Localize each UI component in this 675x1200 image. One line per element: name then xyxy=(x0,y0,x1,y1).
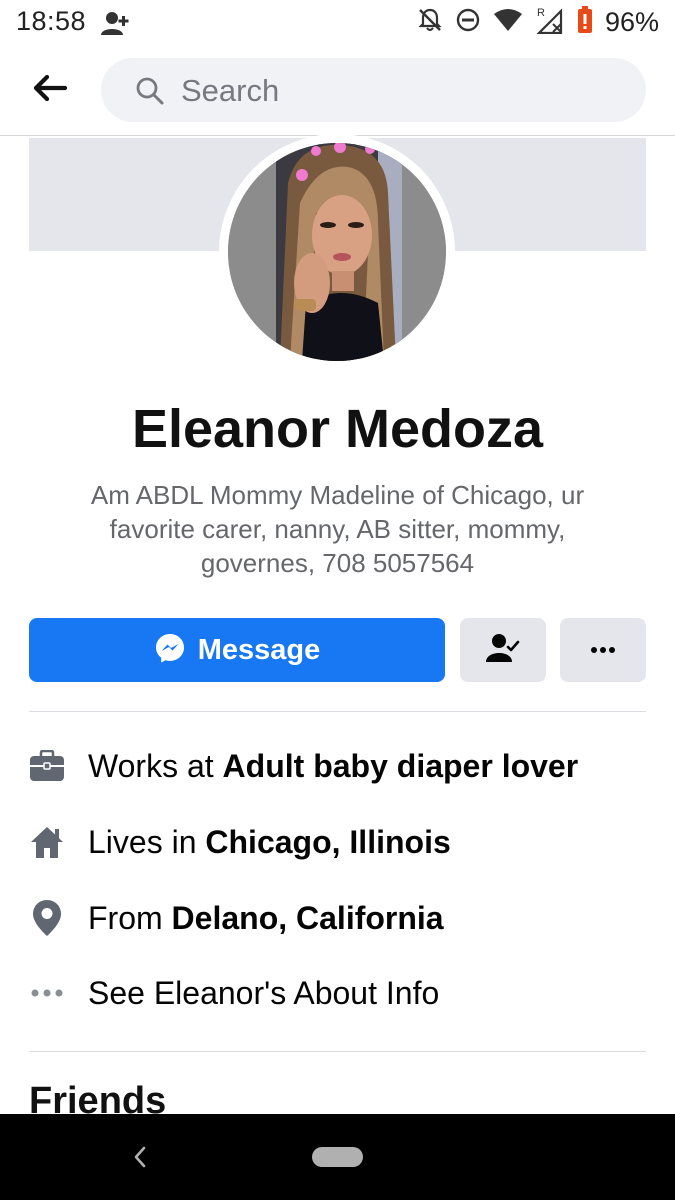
info-from-text: From Delano, California xyxy=(88,900,444,936)
location-pin-icon xyxy=(29,900,65,936)
avatar[interactable] xyxy=(228,143,446,361)
profile-bio: Am ABDL Mommy Madeline of Chicago, ur fa… xyxy=(60,478,615,580)
do-not-disturb-icon xyxy=(455,7,481,38)
battery-icon xyxy=(577,5,593,39)
info-lives-text: Lives in Chicago, Illinois xyxy=(88,824,451,860)
nav-home-pill[interactable] xyxy=(312,1147,363,1167)
info-work-value: Adult baby diaper lover xyxy=(222,748,579,784)
back-button[interactable] xyxy=(24,68,76,112)
briefcase-icon xyxy=(29,748,65,784)
friends-check-icon xyxy=(486,632,520,669)
search-placeholder: Search xyxy=(181,73,280,108)
more-options-button[interactable] xyxy=(560,618,646,682)
wifi-icon xyxy=(493,8,523,37)
search-input[interactable]: Search xyxy=(101,58,646,122)
status-bar: 18:58 R 96% xyxy=(0,0,675,46)
info-row-work[interactable]: Works at Adult baby diaper lover xyxy=(29,742,646,792)
divider xyxy=(29,1051,646,1052)
friends-button[interactable] xyxy=(460,618,546,682)
message-button-label: Message xyxy=(197,633,321,666)
bio-line: governes, 708 5057564 xyxy=(200,548,475,578)
svg-text:R: R xyxy=(537,7,545,19)
back-arrow-icon xyxy=(33,74,68,106)
nav-back-icon[interactable] xyxy=(125,1142,155,1172)
add-person-icon xyxy=(100,10,130,41)
top-bar: Search xyxy=(0,46,675,136)
home-icon xyxy=(29,824,65,860)
status-time: 18:58 xyxy=(16,6,87,36)
battery-percent: 96% xyxy=(604,6,659,37)
info-lives-value: Chicago, Illinois xyxy=(205,824,451,860)
status-icons: R 96% xyxy=(417,5,659,39)
messenger-icon xyxy=(154,632,186,669)
see-about-info-link[interactable]: See Eleanor's About Info xyxy=(88,975,439,1012)
info-from-value: Delano, California xyxy=(171,900,444,936)
signal-roaming-icon: R xyxy=(535,6,565,39)
info-row-from[interactable]: From Delano, California xyxy=(29,894,646,944)
info-row-lives[interactable]: Lives in Chicago, Illinois xyxy=(29,818,646,868)
silent-bell-icon xyxy=(417,7,443,38)
bio-line: Am ABDL Mommy Madeline of Chicago, ur xyxy=(90,480,585,510)
divider xyxy=(29,711,646,712)
info-row-about[interactable]: See Eleanor's About Info xyxy=(29,969,646,1019)
system-nav-bar xyxy=(0,1114,675,1200)
message-button[interactable]: Message xyxy=(29,618,445,682)
more-icon xyxy=(29,975,65,1011)
search-icon xyxy=(135,76,165,111)
profile-name: Eleanor Medoza xyxy=(131,399,544,459)
info-work-text: Works at Adult baby diaper lover xyxy=(88,748,579,784)
bio-line: favorite carer, nanny, AB sitter, mommy, xyxy=(109,514,566,544)
more-icon xyxy=(590,641,616,659)
